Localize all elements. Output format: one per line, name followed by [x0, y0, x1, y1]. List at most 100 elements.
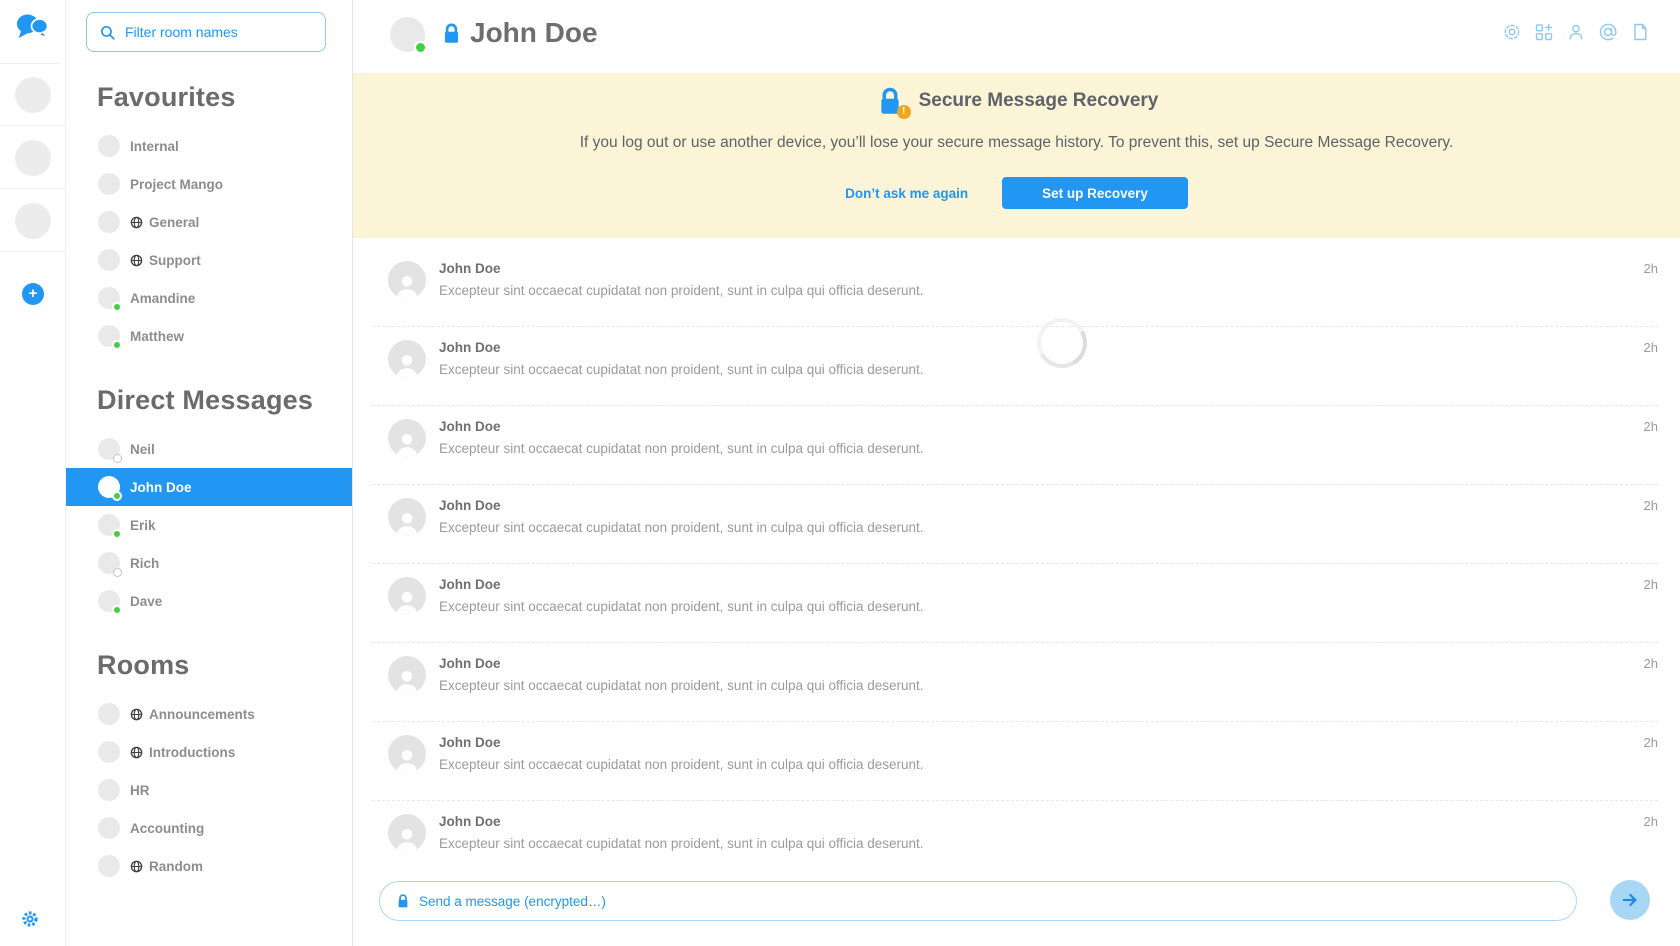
sidebar-item-support[interactable]: Support — [66, 241, 352, 279]
message-text: Excepteur sint occaecat cupidatat non pr… — [439, 520, 924, 535]
message-timestamp: 2h — [1644, 419, 1658, 434]
message-sender: John Doe — [439, 814, 924, 829]
message-text: Excepteur sint occaecat cupidatat non pr… — [439, 599, 924, 614]
composer-bar — [353, 868, 1680, 946]
message-sender: John Doe — [439, 735, 924, 750]
message-sender: John Doe — [439, 340, 924, 355]
sidebar-item-internal[interactable]: Internal — [66, 127, 352, 165]
message-row[interactable]: John Doe Excepteur sint occaecat cupidat… — [372, 564, 1658, 643]
message-row[interactable]: John Doe Excepteur sint occaecat cupidat… — [372, 406, 1658, 485]
room-filter-input[interactable] — [125, 24, 313, 40]
sidebar-item-neil[interactable]: Neil — [66, 430, 352, 468]
presence-dot — [112, 302, 122, 312]
message-body: John Doe Excepteur sint occaecat cupidat… — [439, 498, 924, 563]
room-avatar — [98, 817, 120, 839]
message-text: Excepteur sint occaecat cupidatat non pr… — [439, 441, 924, 456]
integrations-icon[interactable] — [1534, 22, 1554, 42]
message-row[interactable]: John Doe Excepteur sint occaecat cupidat… — [372, 643, 1658, 722]
secure-recovery-banner: ! Secure Message Recovery If you log out… — [353, 73, 1680, 238]
banner-heading: ! Secure Message Recovery — [353, 73, 1680, 116]
arrow-right-icon — [1620, 890, 1640, 910]
banner-actions: Don’t ask me again Set up Recovery — [353, 177, 1680, 209]
dont-ask-again-link[interactable]: Don’t ask me again — [845, 186, 968, 201]
sidebar-item-general[interactable]: General — [66, 203, 352, 241]
settings-icon[interactable] — [1502, 22, 1522, 42]
user-avatar — [388, 340, 426, 378]
space-avatar-slot[interactable] — [0, 190, 66, 252]
space-avatar — [15, 140, 51, 176]
sidebar-item-random[interactable]: Random — [66, 847, 352, 885]
room-avatar — [98, 173, 120, 195]
space-avatar-slot[interactable] — [0, 64, 66, 126]
user-avatar — [388, 577, 426, 615]
message-sender: John Doe — [439, 577, 924, 592]
sidebar-item-hr[interactable]: HR — [66, 771, 352, 809]
message-timestamp: 2h — [1644, 735, 1658, 750]
user-avatar — [388, 656, 426, 694]
message-row[interactable]: John Doe Excepteur sint occaecat cupidat… — [372, 485, 1658, 564]
person-icon — [392, 429, 422, 457]
message-body: John Doe Excepteur sint occaecat cupidat… — [439, 735, 924, 800]
sidebar-item-erik[interactable]: Erik — [66, 506, 352, 544]
message-sender: John Doe — [439, 656, 924, 671]
message-row[interactable]: John Doe Excepteur sint occaecat cupidat… — [372, 722, 1658, 801]
person-icon — [392, 666, 422, 694]
encryption-lock-icon — [441, 22, 462, 50]
room-filter-box — [86, 12, 326, 52]
sidebar-item-introductions[interactable]: Introductions — [66, 733, 352, 771]
space-avatar — [15, 203, 51, 239]
sidebar-item-project-mango[interactable]: Project Mango — [66, 165, 352, 203]
room-avatar — [98, 590, 120, 612]
room-avatar — [98, 249, 120, 271]
app-logo-chat-bubbles-icon[interactable] — [16, 13, 48, 46]
room-label: Project Mango — [130, 177, 223, 192]
message-timeline[interactable]: John Doe Excepteur sint occaecat cupidat… — [353, 238, 1680, 868]
sidebar-item-john-doe[interactable]: John Doe — [66, 468, 352, 506]
lock-warning-icon: ! — [875, 86, 905, 116]
set-up-recovery-button[interactable]: Set up Recovery — [1002, 177, 1188, 209]
room-avatar — [98, 514, 120, 536]
sidebar-item-amandine[interactable]: Amandine — [66, 279, 352, 317]
room-avatar — [98, 438, 120, 460]
room-avatar[interactable] — [390, 17, 425, 52]
sidebar-item-accounting[interactable]: Accounting — [66, 809, 352, 847]
banner-body-text: If you log out or use another device, yo… — [353, 134, 1680, 152]
room-sections: Favourites Internal Project Mango Genera… — [66, 82, 352, 885]
message-sender: John Doe — [439, 261, 924, 276]
presence-dot — [112, 529, 122, 539]
send-button[interactable] — [1610, 880, 1650, 920]
message-timestamp: 2h — [1644, 814, 1658, 829]
message-text: Excepteur sint occaecat cupidatat non pr… — [439, 362, 924, 377]
message-body: John Doe Excepteur sint occaecat cupidat… — [439, 577, 924, 642]
sidebar-item-announcements[interactable]: Announcements — [66, 695, 352, 733]
message-input[interactable] — [419, 894, 1560, 909]
mentions-icon[interactable] — [1598, 22, 1618, 42]
header-icon-group — [1502, 22, 1650, 42]
person-icon — [392, 587, 422, 615]
message-row[interactable]: John Doe Excepteur sint occaecat cupidat… — [372, 801, 1658, 868]
room-label: Accounting — [130, 821, 204, 836]
globe-icon — [130, 254, 143, 267]
settings-gear-icon[interactable] — [21, 910, 39, 933]
section-title-favourites: Favourites — [97, 82, 352, 113]
message-row[interactable]: John Doe Excepteur sint occaecat cupidat… — [372, 327, 1658, 406]
sidebar-item-dave[interactable]: Dave — [66, 582, 352, 620]
message-row[interactable]: John Doe Excepteur sint occaecat cupidat… — [372, 248, 1658, 327]
message-timestamp: 2h — [1644, 498, 1658, 513]
sidebar-item-matthew[interactable]: Matthew — [66, 317, 352, 355]
room-avatar — [98, 779, 120, 801]
room-label: General — [149, 215, 199, 230]
room-avatar — [98, 287, 120, 309]
message-body: John Doe Excepteur sint occaecat cupidat… — [439, 340, 924, 405]
composer-field — [379, 881, 1577, 921]
space-avatar-slot[interactable] — [0, 127, 66, 189]
chat-main: John Doe — [353, 0, 1680, 946]
section-items: Announcements Introductions HR Accountin… — [66, 695, 352, 885]
person-icon — [392, 508, 422, 536]
files-icon[interactable] — [1630, 22, 1650, 42]
search-icon — [99, 24, 116, 41]
room-label: HR — [130, 783, 150, 798]
add-space-button[interactable]: + — [22, 283, 44, 305]
sidebar-item-rich[interactable]: Rich — [66, 544, 352, 582]
members-icon[interactable] — [1566, 22, 1586, 42]
